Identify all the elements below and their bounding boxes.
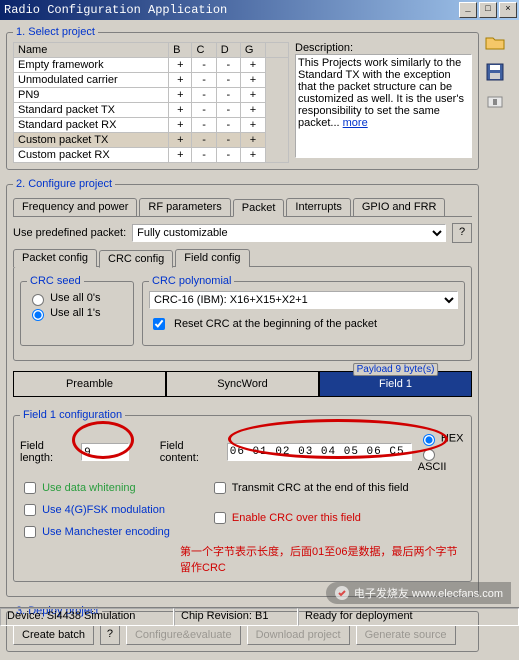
- status-bar: Device: Si4438 Simulation Chip Revision:…: [0, 607, 519, 626]
- download-project-button[interactable]: Download project: [247, 625, 350, 645]
- main-tabs: Frequency and power RF parameters Packet…: [13, 198, 472, 217]
- generate-source-button[interactable]: Generate source: [356, 625, 456, 645]
- predefined-label: Use predefined packet:: [13, 227, 126, 239]
- tab-crc-config[interactable]: CRC config: [99, 250, 173, 268]
- sub-tabs: Packet config CRC config Field config: [13, 249, 472, 267]
- table-row[interactable]: Standard packet TX+--+: [14, 103, 289, 118]
- scrollbar[interactable]: [266, 58, 289, 163]
- strip-syncword[interactable]: SyncWord: [166, 371, 319, 397]
- select-project-section: 1. Select project Name B C D G Empty fra…: [6, 26, 479, 170]
- strip-preamble[interactable]: Preamble: [13, 371, 166, 397]
- table-row[interactable]: Standard packet RX+--+: [14, 118, 289, 133]
- crc-poly-legend: CRC polynomial: [149, 275, 234, 287]
- table-row[interactable]: PN9+--+: [14, 88, 289, 103]
- field1-config: Field 1 configuration Field length: Fiel…: [13, 409, 472, 582]
- encoding-hex[interactable]: HEX: [418, 431, 465, 446]
- status-device: Device: Si4438 Simulation: [0, 608, 174, 626]
- status-chip: Chip Revision: B1: [174, 608, 298, 626]
- col-name[interactable]: Name: [14, 43, 169, 58]
- maximize-button[interactable]: □: [479, 2, 497, 18]
- opt-manchester[interactable]: Use Manchester encoding: [20, 523, 170, 541]
- configure-project-section: 2. Configure project Frequency and power…: [6, 178, 479, 597]
- tab-gpio[interactable]: GPIO and FRR: [353, 198, 446, 216]
- minimize-button[interactable]: _: [459, 2, 477, 18]
- more-link[interactable]: more: [343, 117, 368, 129]
- col-c[interactable]: C: [192, 43, 216, 58]
- crc-poly-group: CRC polynomial CRC-16 (IBM): X16+X15+X2+…: [142, 275, 465, 346]
- close-button[interactable]: ×: [499, 2, 517, 18]
- table-row-selected[interactable]: Custom packet TX+--+: [14, 133, 289, 148]
- tab-packet-config[interactable]: Packet config: [13, 249, 97, 267]
- watermark: 电子发烧友 www.elecfans.com: [326, 582, 511, 604]
- seed-1-option[interactable]: Use all 1's: [27, 307, 100, 319]
- reset-crc-label: Reset CRC at the beginning of the packet: [174, 318, 377, 330]
- opt-whitening[interactable]: Use data whitening: [20, 479, 170, 497]
- field-content-label: Field content:: [160, 440, 221, 464]
- description-label: Description:: [295, 42, 472, 54]
- field-content-input[interactable]: [227, 443, 412, 461]
- tab-rf-params[interactable]: RF parameters: [139, 198, 230, 216]
- reset-crc-checkbox[interactable]: [153, 318, 165, 330]
- encoding-ascii[interactable]: ASCII: [418, 446, 465, 473]
- tab-packet[interactable]: Packet: [233, 199, 285, 217]
- payload-label: Payload 9 byte(s): [353, 363, 439, 376]
- window-title: Radio Configuration Application: [4, 3, 227, 17]
- crc-poly-select[interactable]: CRC-16 (IBM): X16+X15+X2+1: [149, 291, 458, 309]
- col-scroll: [266, 43, 289, 58]
- titlebar: Radio Configuration Application _ □ ×: [0, 0, 519, 20]
- tab-field-config[interactable]: Field config: [175, 249, 249, 267]
- opt-gfsk[interactable]: Use 4(G)FSK modulation: [20, 501, 170, 519]
- help-button[interactable]: ?: [452, 223, 472, 243]
- field1-legend: Field 1 configuration: [20, 409, 125, 421]
- create-batch-button[interactable]: Create batch: [13, 625, 94, 645]
- col-b[interactable]: B: [169, 43, 192, 58]
- field-length-input[interactable]: [81, 443, 129, 461]
- opt-enable-crc[interactable]: Enable CRC over this field: [210, 509, 409, 527]
- tab-interrupts[interactable]: Interrupts: [286, 198, 350, 216]
- crc-seed-legend: CRC seed: [27, 275, 84, 287]
- table-row[interactable]: Empty framework+--+: [14, 58, 289, 73]
- save-icon[interactable]: [483, 60, 507, 84]
- status-ready: Ready for deployment: [298, 608, 519, 626]
- tab-frequency[interactable]: Frequency and power: [13, 198, 137, 216]
- seed-0-option[interactable]: Use all 0's: [27, 292, 100, 304]
- configure-evaluate-button[interactable]: Configure&evaluate: [126, 625, 241, 645]
- select-project-legend: 1. Select project: [13, 26, 98, 38]
- table-row[interactable]: Unmodulated carrier+--+: [14, 73, 289, 88]
- crc-seed-group: CRC seed Use all 0's Use all 1's: [20, 275, 134, 346]
- annotation-text: 第一个字节表示长度，后面01至06是数据，最后两个字节留作CRC: [180, 543, 465, 575]
- opt-transmit-crc[interactable]: Transmit CRC at the end of this field: [210, 479, 409, 497]
- strip-field1[interactable]: Payload 9 byte(s) Field 1: [319, 371, 472, 397]
- description-text[interactable]: This Projects work similarly to the Stan…: [295, 54, 472, 158]
- settings-icon[interactable]: [483, 90, 507, 114]
- packet-strip: Preamble SyncWord Payload 9 byte(s) Fiel…: [13, 371, 472, 397]
- help-button[interactable]: ?: [100, 625, 120, 645]
- col-d[interactable]: D: [216, 43, 240, 58]
- col-g[interactable]: G: [240, 43, 265, 58]
- predefined-select[interactable]: Fully customizable: [132, 224, 446, 242]
- table-row[interactable]: Custom packet RX+--+: [14, 148, 289, 163]
- configure-project-legend: 2. Configure project: [13, 178, 115, 190]
- project-table[interactable]: Name B C D G Empty framework+--+ Unmodul…: [13, 42, 289, 163]
- field-length-label: Field length:: [20, 440, 75, 464]
- open-folder-icon[interactable]: [483, 30, 507, 54]
